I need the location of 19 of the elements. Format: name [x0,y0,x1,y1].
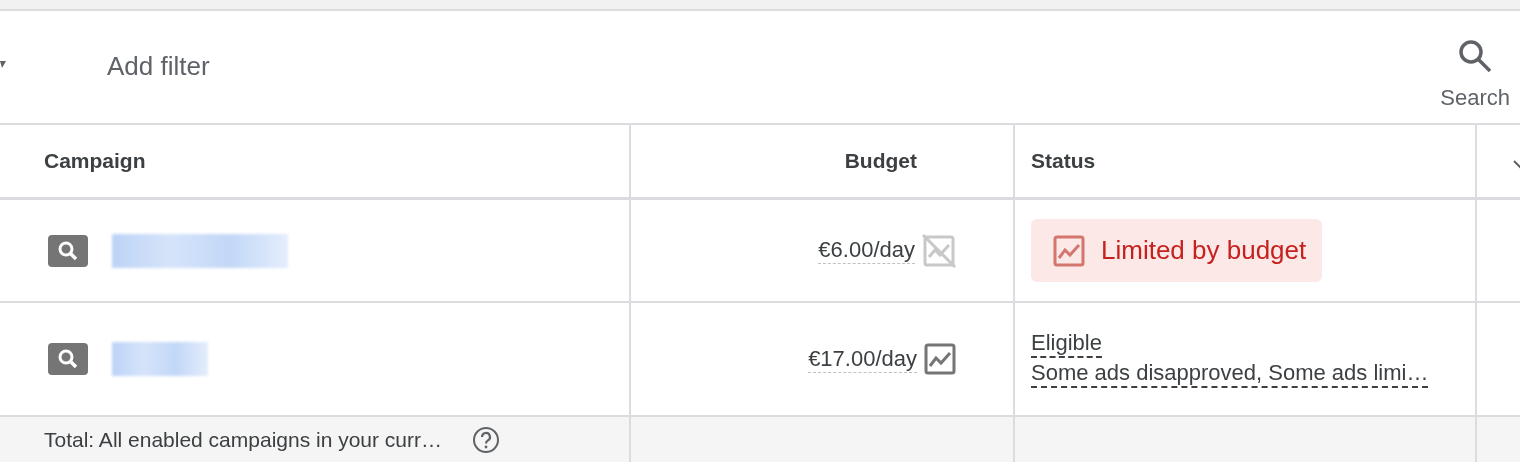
search-button[interactable]: Search [1440,39,1510,114]
chart-icon[interactable] [923,342,957,376]
status-detail[interactable]: Some ads disapproved, Some ads limi… [1031,360,1429,388]
search-campaign-icon [48,343,88,375]
status-label: Limited by budget [1101,234,1307,267]
column-header[interactable]: Budget [844,145,917,177]
total-label: Total: All enabled campaigns in your curr… [44,426,443,453]
budget-value[interactable]: €6.00/day [818,237,915,264]
help-icon[interactable] [472,425,501,454]
dropdown-caret-icon[interactable] [0,61,6,69]
status-text[interactable]: Eligible [1031,330,1102,358]
search-campaign-icon [48,234,88,267]
add-filter-button[interactable]: Add filter [107,49,210,83]
budget-value[interactable]: €17.00/day [808,345,917,373]
status-badge[interactable]: Limited by budget [1031,219,1323,282]
chart-icon [1053,234,1085,267]
column-header[interactable]: Status [1031,145,1096,177]
column-header[interactable]: Campaign [44,145,146,177]
search-icon [1458,39,1493,73]
